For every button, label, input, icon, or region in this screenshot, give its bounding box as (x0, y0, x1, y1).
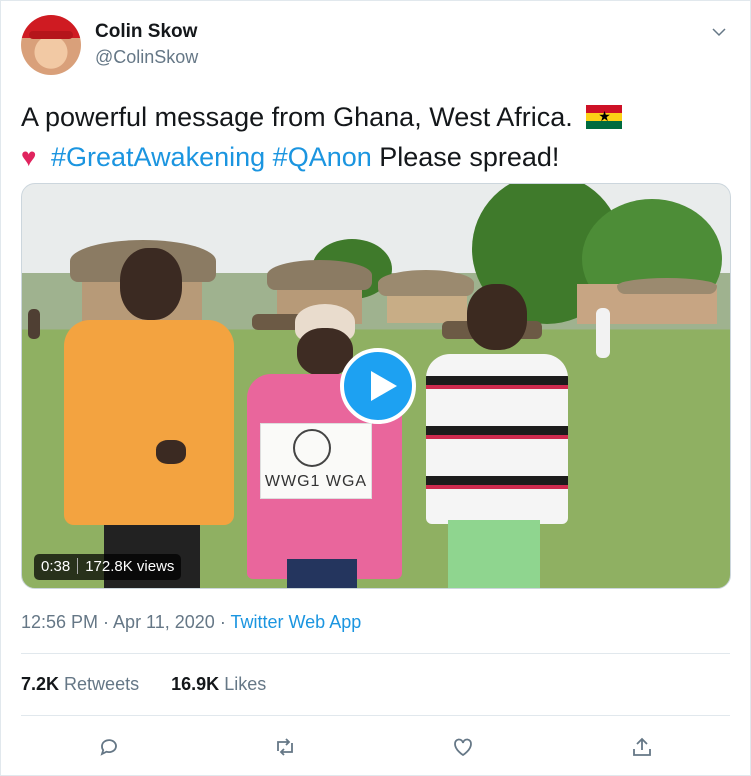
hashtag-great-awakening[interactable]: #GreatAwakening (51, 142, 265, 172)
tweet-text-intro: A powerful message from Ghana, West Afri… (21, 102, 573, 132)
tweet-text: A powerful message from Ghana, West Afri… (21, 97, 721, 177)
likes-count: 16.9K (171, 674, 220, 694)
engagement-stats: 7.2K Retweets 16.9K Likes (21, 674, 266, 695)
reply-icon[interactable] (97, 735, 121, 759)
play-button[interactable] (340, 348, 416, 424)
avatar[interactable] (21, 15, 81, 75)
user-handle[interactable]: @ColinSkow (95, 47, 198, 68)
video-stats-badge: 0:38 172.8K views (34, 554, 182, 580)
share-icon[interactable] (630, 735, 654, 759)
likes-label: Likes (224, 674, 267, 694)
chevron-down-icon[interactable] (710, 23, 728, 41)
divider (21, 715, 730, 716)
tweet-text-outro: Please spread! (379, 142, 560, 172)
divider (21, 653, 730, 654)
retweets-stat[interactable]: 7.2K Retweets (21, 674, 139, 694)
action-bar (97, 735, 657, 759)
pink-heart-icon: ♥ (21, 142, 37, 172)
video-player[interactable]: WWG1 WGA 0:38 172.8K views (21, 183, 731, 589)
video-views: 172.8K views (85, 558, 175, 575)
likes-stat[interactable]: 16.9K Likes (171, 674, 266, 694)
video-duration: 0:38 (41, 558, 71, 575)
tweet-card: Colin Skow @ColinSkow A powerful message… (0, 0, 751, 776)
retweets-label: Retweets (64, 674, 140, 694)
tweet-meta: 12:56 PM · Apr 11, 2020 · Twitter Web Ap… (21, 612, 361, 633)
retweet-icon[interactable] (273, 735, 297, 759)
hashtag-qanon[interactable]: #QAnon (273, 142, 372, 172)
tweet-timestamp[interactable]: 12:56 PM · Apr 11, 2020 (21, 612, 215, 632)
meta-dot: · (219, 612, 226, 632)
source-app-link[interactable]: Twitter Web App (231, 612, 362, 632)
retweets-count: 7.2K (21, 674, 60, 694)
like-icon[interactable] (451, 735, 475, 759)
user-name[interactable]: Colin Skow (95, 21, 197, 43)
sign-text: WWG1 WGA (264, 473, 368, 490)
ghana-flag-icon (586, 105, 623, 129)
